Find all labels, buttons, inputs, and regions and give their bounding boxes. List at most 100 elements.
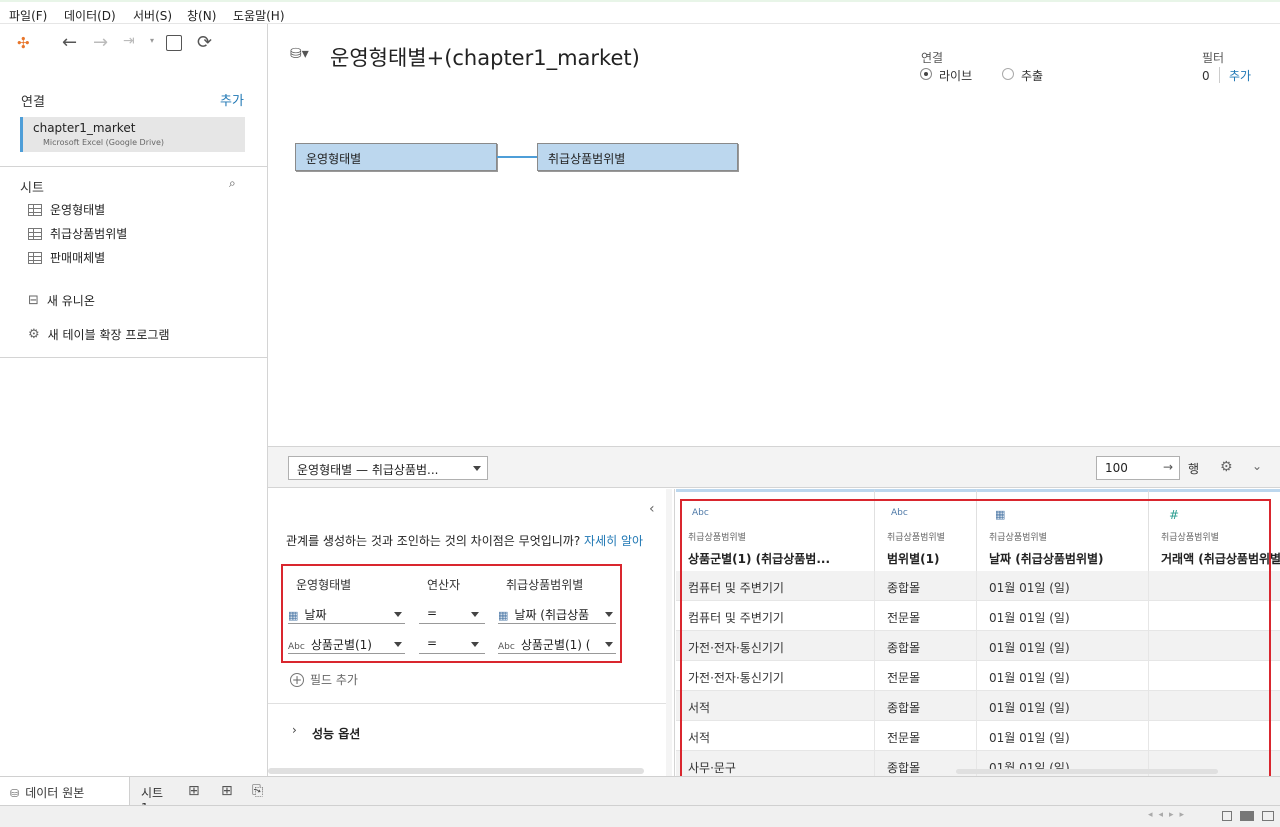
sheet-item-2[interactable]: 취급상품범위별 [28, 225, 127, 242]
tab-sheet1[interactable]: 시트 1 [131, 777, 181, 815]
join-right-field[interactable]: ▦ 날짜 (취급상품 [498, 602, 616, 624]
arrow-right-icon[interactable]: → [1163, 460, 1173, 474]
horizontal-scrollbar[interactable] [956, 769, 1218, 774]
grid-highlight [680, 499, 1271, 776]
connection-type: Microsoft Excel (Google Drive) [43, 138, 165, 147]
sheet-tab-bar: ⛁데이터 원본 시트 1 ⊞ ⊞ ⎘ [0, 776, 1280, 815]
new-union-item[interactable]: ⊟ 새 유니온 [28, 292, 95, 309]
abc-icon: Abc [288, 642, 305, 652]
relationship-noodle[interactable] [497, 156, 537, 158]
join-left-header: 운영형태별 [296, 578, 352, 592]
join-editor: ‹ 관계를 생성하는 것과 조인하는 것의 차이점은 무엇입니까? 자세히 알아… [268, 489, 675, 776]
connection-item[interactable]: chapter1_market Microsoft Excel (Google … [20, 117, 245, 152]
table-icon [28, 203, 42, 216]
add-connection-link[interactable]: 추가 [220, 90, 244, 109]
plus-circle-icon: + [290, 672, 304, 687]
left-pane: ✣ ← → ⇥ ▾ ⟳ 연결 추가 chapter1_market Micros… [0, 24, 268, 776]
new-extension-label: 새 테이블 확장 프로그램 [47, 328, 170, 342]
connection-name: chapter1_market [33, 121, 136, 135]
redo-icon[interactable]: ⇥ [123, 33, 135, 49]
collapse-chevron-icon[interactable]: ⌄ [1252, 459, 1262, 473]
join-question-text: 관계를 생성하는 것과 조인하는 것의 차이점은 무엇입니까? [286, 534, 581, 548]
vertical-scrollbar[interactable] [666, 489, 672, 776]
join-right-header: 취급상품범위별 [506, 578, 584, 592]
table-icon [28, 251, 42, 264]
join-operator[interactable]: = [419, 632, 485, 654]
divider [0, 166, 268, 167]
join-operator[interactable]: = [419, 602, 485, 624]
join-left-field[interactable]: Abc 상품군별(1) [288, 632, 405, 654]
gear-icon[interactable]: ⚙ [1220, 459, 1233, 475]
filter-label: 필터 [1202, 51, 1225, 65]
connections-label: 연결 [21, 95, 45, 110]
new-dashboard-icon[interactable]: ⊞ [221, 783, 233, 799]
filmstrip-view-icon[interactable] [1240, 811, 1254, 821]
union-icon: ⊟ [28, 293, 39, 308]
chevron-right-icon[interactable]: › [292, 723, 297, 737]
sheet-item-3[interactable]: 판매매체별 [28, 249, 105, 266]
learn-more-link[interactable]: 자세히 알아 [584, 534, 643, 548]
data-source-canvas: ⛁▾ 운영형태별+(chapter1_market) 연결 라이브 추출 필터 … [268, 24, 1280, 446]
table-icon [28, 227, 42, 240]
table-box-right[interactable]: 취급상품범위별 [537, 143, 738, 171]
divider [268, 703, 668, 704]
join-right-field[interactable]: Abc 상품군별(1) ( [498, 632, 616, 654]
rows-value: 100 [1105, 461, 1128, 475]
calendar-icon: ▦ [498, 609, 509, 622]
abc-icon: Abc [498, 642, 515, 652]
chevron-down-icon [473, 466, 481, 471]
menu-file[interactable]: 파일(F) [9, 7, 47, 24]
performance-options[interactable]: 성능 옵션 [312, 725, 360, 742]
chevron-down-icon [471, 612, 479, 617]
connection-mode-label: 연결 [921, 51, 944, 65]
rows-input[interactable]: 100 → [1096, 456, 1180, 480]
join-question: 관계를 생성하는 것과 조인하는 것의 차이점은 무엇입니까? 자세히 알아 [286, 532, 643, 549]
live-radio[interactable] [920, 68, 932, 80]
add-field-button[interactable]: + 필드 추가 [290, 671, 358, 688]
sheet-label: 판매매체별 [50, 251, 106, 265]
rows-label: 행 [1188, 462, 1200, 476]
extract-radio[interactable] [1002, 68, 1014, 80]
new-extension-item[interactable]: ⚙ 새 테이블 확장 프로그램 [28, 326, 170, 343]
relation-select-value: 운영형태별 — 취급상품범... [297, 463, 439, 477]
menu-bar: 파일(F) 데이터(D) 서버(S) 창(N) 도움말(H) [0, 0, 1280, 24]
grid-view-icon[interactable] [1222, 811, 1232, 821]
chevron-down-icon [605, 612, 613, 617]
status-bar: ◂◂▸▸ [0, 805, 1280, 827]
relation-select[interactable]: 운영형태별 — 취급상품범... [288, 456, 488, 480]
menu-server[interactable]: 서버(S) [133, 7, 172, 24]
chevron-down-icon [471, 642, 479, 647]
horizontal-scrollbar[interactable] [268, 768, 644, 774]
join-left-field[interactable]: ▦ 날짜 [288, 602, 405, 624]
menu-window[interactable]: 창(N) [187, 7, 216, 24]
new-story-icon[interactable]: ⎘ [252, 783, 263, 799]
sheet-label: 운영형태별 [50, 203, 106, 217]
search-icon[interactable]: ⌕ [229, 176, 236, 191]
tab-datasource[interactable]: ⛁ 데이터 원본 [0, 777, 130, 806]
forward-arrow-icon[interactable]: → [93, 32, 108, 53]
refresh-icon[interactable]: ⟳ [197, 32, 212, 53]
extract-label: 추출 [1021, 69, 1044, 83]
sheet-label: 취급상품범위별 [50, 227, 128, 241]
menu-help[interactable]: 도움말(H) [233, 7, 285, 24]
new-union-label: 새 유니온 [46, 294, 95, 308]
chevron-down-icon [605, 642, 613, 647]
calendar-icon: ▦ [288, 609, 299, 622]
datasource-icon[interactable]: ⛁▾ [290, 46, 309, 62]
datasource-icon: ⛁ [10, 787, 20, 800]
tableau-logo-icon[interactable]: ✣ [17, 34, 30, 52]
datasource-title[interactable]: 운영형태별+(chapter1_market) [330, 42, 640, 72]
filter-count: 0 [1202, 69, 1210, 83]
table-box-left[interactable]: 운영형태별 [295, 143, 497, 171]
chevron-left-icon[interactable]: ‹ [649, 501, 655, 517]
join-operator-header: 연산자 [427, 578, 461, 592]
back-arrow-icon[interactable]: ← [62, 32, 77, 53]
redo-dropdown-icon[interactable]: ▾ [150, 36, 154, 45]
menu-data[interactable]: 데이터(D) [64, 7, 116, 24]
sheet-item-1[interactable]: 운영형태별 [28, 201, 105, 218]
sheet-nav-icons[interactable]: ◂◂▸▸ [1148, 810, 1190, 820]
save-icon[interactable] [166, 35, 182, 51]
add-filter-link[interactable]: 추가 [1229, 67, 1251, 84]
new-worksheet-icon[interactable]: ⊞ [188, 783, 200, 799]
tabs-view-icon[interactable] [1262, 811, 1274, 821]
